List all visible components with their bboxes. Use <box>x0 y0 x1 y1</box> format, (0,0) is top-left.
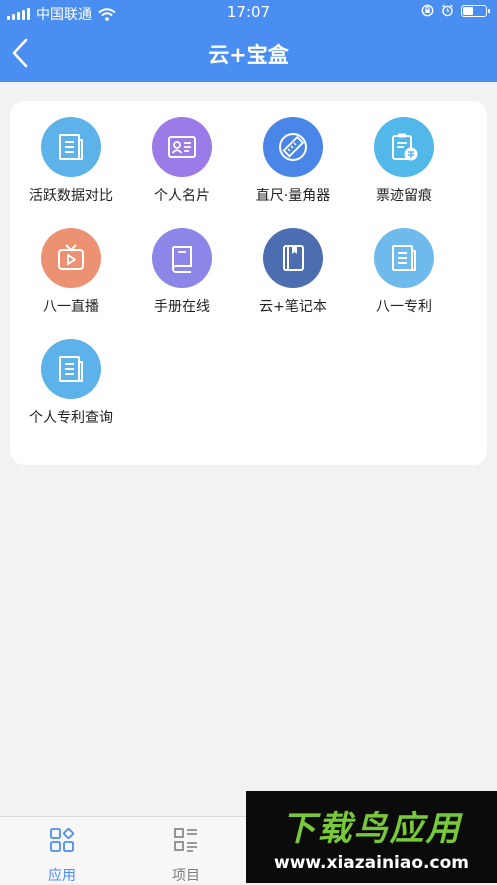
clipboard-ticket-icon <box>392 133 418 161</box>
ruler-icon <box>279 133 307 161</box>
document-icon <box>59 356 83 382</box>
tab-projects[interactable]: 项目 <box>146 823 226 884</box>
watermark-url: www.xiazainiao.com <box>274 853 469 873</box>
app-icon-bg <box>374 117 434 177</box>
app-icon-bg <box>41 339 101 399</box>
book-icon <box>172 246 192 273</box>
app-icon-bg <box>374 228 434 288</box>
app-tile[interactable]: 个人专利查询 <box>12 339 130 439</box>
notebook-icon <box>283 245 304 271</box>
status-bar: 中国联通 17:07 <box>0 0 497 24</box>
nav-bar: 云+宝盒 <box>0 24 497 82</box>
app-icon-bg <box>152 228 212 288</box>
watermark: 下载鸟应用 www.xiazainiao.com <box>246 791 497 883</box>
document-icon <box>59 134 83 160</box>
app-icon-bg <box>41 228 101 288</box>
app-icon-bg <box>263 117 323 177</box>
apps-card: 活跃数据对比 个人名片 直尺·量角器 票迹留痕 八一直播 手册在线 云+笔记本 … <box>10 101 487 465</box>
app-icon-bg <box>152 117 212 177</box>
tab-apps[interactable]: 应用 <box>22 823 102 884</box>
page-title: 云+宝盒 <box>208 43 289 67</box>
app-tile[interactable]: 票迹留痕 <box>345 117 463 217</box>
apps-grid-icon <box>50 828 74 852</box>
tab-label: 项目 <box>172 868 200 884</box>
app-icon-bg <box>263 228 323 288</box>
battery-icon <box>461 4 490 17</box>
id-card-icon <box>168 136 196 158</box>
tv-play-icon <box>58 244 84 270</box>
document-icon <box>392 245 416 271</box>
app-icon-bg <box>41 117 101 177</box>
app-tile[interactable]: 八一专利 <box>345 228 463 328</box>
alarm-icon <box>442 4 453 17</box>
app-label: 八一专利 <box>376 299 432 315</box>
watermark-brand: 下载鸟应用 <box>281 809 462 849</box>
project-icon <box>174 828 197 852</box>
app-label: 个人专利查询 <box>29 410 113 426</box>
top-bar: 中国联通 17:07 云+宝盒 <box>0 0 497 82</box>
app-label: 票迹留痕 <box>376 188 432 204</box>
tab-label: 应用 <box>48 868 76 884</box>
orientation-lock-icon <box>421 4 434 17</box>
